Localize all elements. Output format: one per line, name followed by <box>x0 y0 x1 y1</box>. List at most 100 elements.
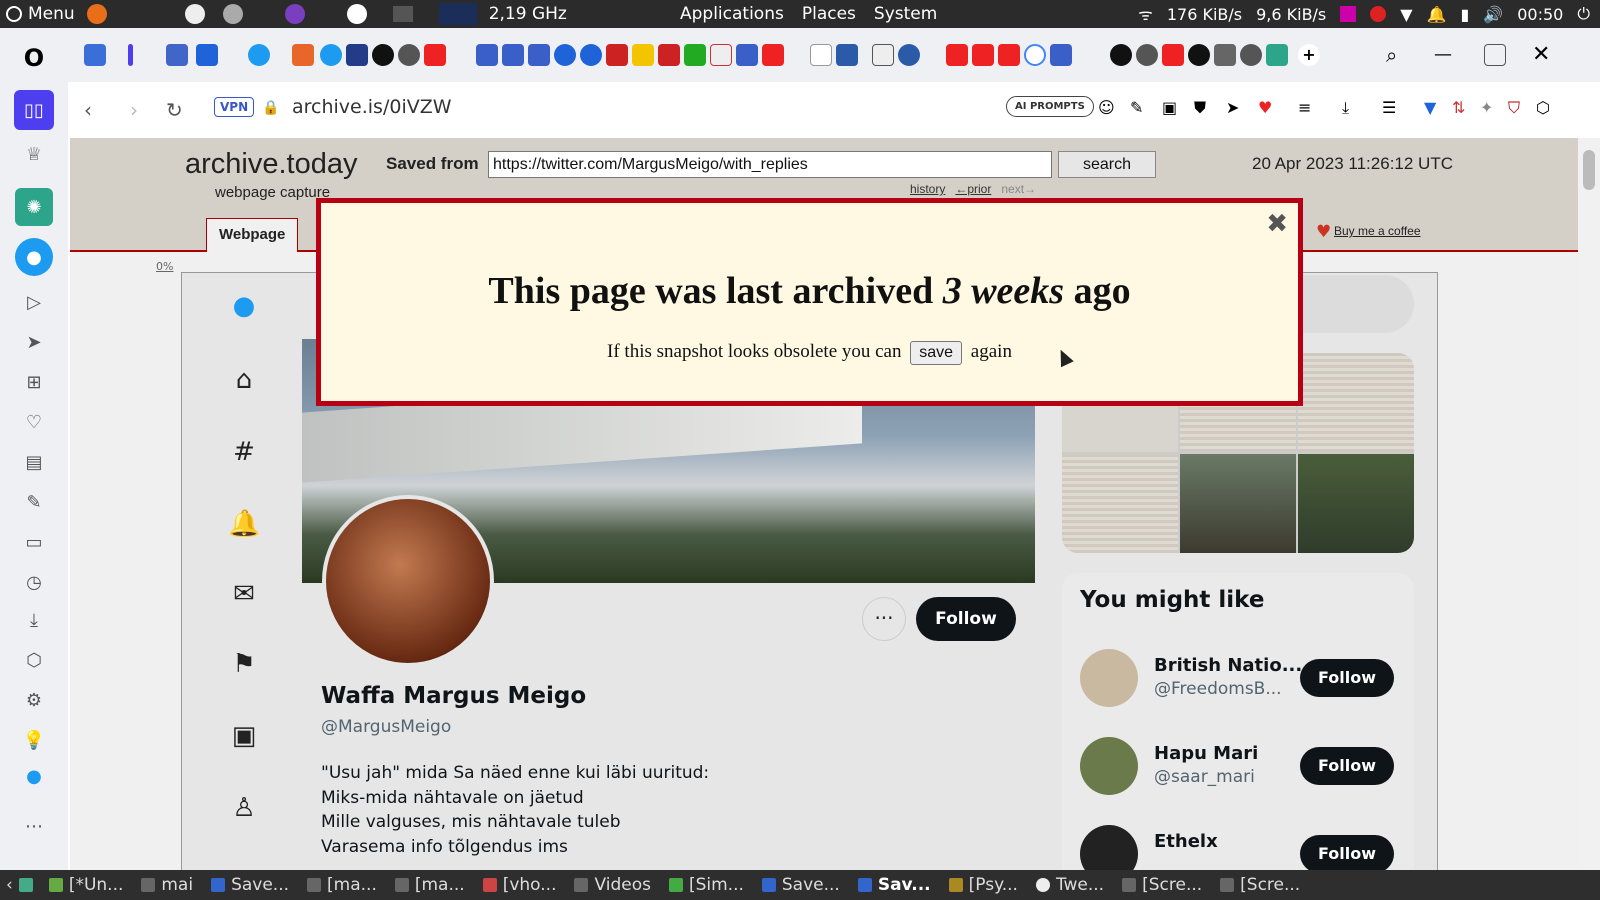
cube-toolbar-icon[interactable]: ⬡ <box>1536 98 1554 117</box>
profile-icon[interactable]: ♙ <box>228 793 260 825</box>
chat-icon[interactable]: ● <box>20 762 48 790</box>
suggestion-row[interactable]: Hapu Mari @saar_mari Follow <box>1080 737 1400 797</box>
taskbar-item[interactable]: Videos <box>574 875 651 895</box>
font-icon[interactable] <box>184 4 205 24</box>
taskbar-item[interactable]: Twe... <box>1035 875 1104 895</box>
tab-pm-icon[interactable] <box>196 44 218 66</box>
tab-search-icon[interactable]: ⌕ <box>1386 44 1408 66</box>
tab-dots-icon[interactable] <box>606 44 628 66</box>
home-icon[interactable]: ⌂ <box>228 365 260 397</box>
scrollbar-thumb[interactable] <box>1583 150 1595 190</box>
send-toolbar-icon[interactable]: ➤ <box>1226 98 1244 117</box>
taskbar-item[interactable]: [*Un... <box>48 875 123 895</box>
shield-icon[interactable]: ⛊ <box>1194 98 1212 117</box>
tab-bar-icon[interactable] <box>128 44 133 66</box>
notifications-icon[interactable]: 🔔 <box>228 509 260 541</box>
close-window-icon[interactable]: ✕ <box>1532 44 1554 66</box>
show-desktop-icon[interactable] <box>18 878 33 892</box>
suggestion-avatar[interactable] <box>1080 825 1138 870</box>
tab-chatgpt-icon[interactable] <box>1266 44 1288 66</box>
tab-k-icon[interactable] <box>632 44 654 66</box>
tab-archive3-icon[interactable] <box>528 44 550 66</box>
taskbar-item[interactable]: [Sim... <box>668 875 744 895</box>
settings-icon[interactable]: ⚙ <box>20 686 48 714</box>
taskbar-item[interactable]: [ma... <box>394 875 465 895</box>
forward-icon[interactable]: › <box>130 98 138 122</box>
tab-twitter-icon[interactable] <box>248 44 270 66</box>
buy-coffee-link[interactable]: Buy me a coffee <box>1334 224 1421 238</box>
source-url-input[interactable] <box>488 151 1052 178</box>
download-icon[interactable]: ⤓ <box>1342 98 1360 117</box>
tab-youtube6-icon[interactable] <box>1162 44 1184 66</box>
pen-icon[interactable]: ✎ <box>1130 98 1148 117</box>
tab-google-icon[interactable] <box>1024 44 1046 66</box>
vpn-badge[interactable]: VPN <box>214 97 255 117</box>
tab-youtube3-icon[interactable] <box>946 44 968 66</box>
suggestion-row[interactable]: British Natio... @FreedomsB... Follow <box>1080 649 1400 709</box>
minimize-icon[interactable]: — <box>1434 44 1456 66</box>
tab-youtube5-icon[interactable] <box>998 44 1020 66</box>
suggestion-follow-button[interactable]: Follow <box>1300 747 1394 785</box>
tab-chart-icon[interactable] <box>710 44 732 66</box>
tab-globe-icon[interactable] <box>898 44 920 66</box>
tab-pm2-icon[interactable] <box>554 44 576 66</box>
battery-icon[interactable]: ▮ <box>1461 5 1470 24</box>
new-tab-plus-icon[interactable]: + <box>1298 44 1320 66</box>
volume-icon[interactable]: 🔊 <box>1483 5 1503 24</box>
apps-icon[interactable]: ⊞ <box>20 368 48 396</box>
media-thumb[interactable] <box>1180 454 1296 553</box>
suggestion-avatar[interactable] <box>1080 649 1138 707</box>
tab-dots2-icon[interactable] <box>658 44 680 66</box>
twitter-sidebar-icon[interactable]: ● <box>15 238 53 276</box>
tab-archive1-icon[interactable] <box>476 44 498 66</box>
history-icon[interactable]: ◷ <box>20 568 48 596</box>
tab-rt-icon[interactable] <box>836 44 858 66</box>
tab-archive4-icon[interactable] <box>736 44 758 66</box>
prior-link[interactable]: ←prior <box>955 182 991 196</box>
tab-youtube2-icon[interactable] <box>762 44 784 66</box>
media-thumb[interactable] <box>1298 454 1414 553</box>
tor-icon[interactable] <box>284 4 305 24</box>
cube-icon[interactable]: ⬡ <box>20 646 48 674</box>
taskbar-item[interactable]: [Psy... <box>948 875 1018 895</box>
opera-icon[interactable] <box>346 4 367 24</box>
easy-setup-icon[interactable]: ☰ <box>1382 98 1400 117</box>
tab-archive5-icon[interactable] <box>1050 44 1072 66</box>
twitter-logo-icon[interactable]: ● <box>228 291 260 323</box>
tab-pm3-icon[interactable] <box>580 44 602 66</box>
suggestion-avatar[interactable] <box>1080 737 1138 795</box>
tab-openai2-icon[interactable] <box>1136 44 1158 66</box>
page-scrollbar[interactable] <box>1578 138 1600 870</box>
tab-gitlab-icon[interactable] <box>292 44 314 66</box>
reload-icon[interactable]: ↻ <box>166 98 183 122</box>
explore-icon[interactable]: # <box>228 437 260 469</box>
extension-puzzle-icon[interactable]: ✦ <box>1480 98 1498 117</box>
tab-unherd2-icon[interactable] <box>1188 44 1210 66</box>
send-icon[interactable]: ➤ <box>20 328 48 356</box>
downloads-icon[interactable]: ⤓ <box>20 606 48 634</box>
taskbar-item[interactable]: [Scre... <box>1122 875 1202 895</box>
power-icon[interactable]: ⏻ <box>1577 4 1590 24</box>
news-icon[interactable]: ▤ <box>20 448 48 476</box>
edit-icon[interactable]: ✎ <box>20 488 48 516</box>
camera-icon[interactable]: ▣ <box>1162 98 1180 117</box>
tab-grid-icon[interactable] <box>346 44 368 66</box>
extension-vivaldi-icon[interactable]: ▼ <box>1424 98 1442 117</box>
taskbar-item[interactable]: [vho... <box>482 875 556 895</box>
chatgpt-icon[interactable]: ✺ <box>15 188 53 226</box>
suggestion-follow-button[interactable]: Follow <box>1300 659 1394 697</box>
bulb-icon[interactable]: 💡 <box>20 726 48 754</box>
terminal-icon[interactable] <box>392 6 413 22</box>
zoom-percent[interactable]: 0% <box>156 260 173 273</box>
tab-wikipedia-icon[interactable] <box>810 44 832 66</box>
back-icon[interactable]: ‹ <box>84 98 92 122</box>
taskbar-item[interactable]: Save... <box>761 875 840 895</box>
save-button[interactable]: save <box>910 341 963 365</box>
tabs-icon[interactable]: ▭ <box>20 528 48 556</box>
close-dialog-icon[interactable]: ✖ <box>1266 209 1288 239</box>
follow-button[interactable]: Follow <box>916 597 1016 641</box>
profile-avatar[interactable] <box>322 495 494 667</box>
clock[interactable]: 00:50 <box>1517 5 1563 24</box>
messages-icon[interactable]: ✉ <box>228 579 260 611</box>
tab-green-icon[interactable] <box>684 44 706 66</box>
